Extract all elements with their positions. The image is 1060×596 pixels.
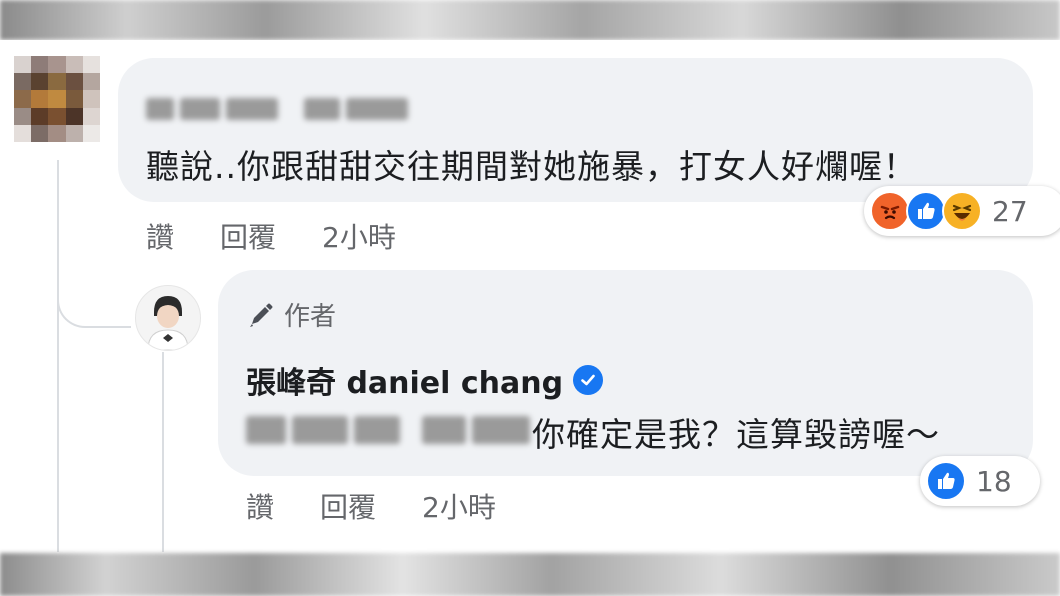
thread-connector (57, 290, 131, 328)
haha-reaction-icon (942, 191, 982, 231)
reply-reaction-summary[interactable]: 18 (920, 456, 1040, 506)
blurred-photo-top (0, 0, 1060, 40)
verified-badge-icon (573, 365, 604, 395)
like-reaction-icon (906, 191, 946, 231)
reaction-count: 18 (976, 464, 1012, 498)
pencil-icon (250, 303, 273, 327)
reaction-summary[interactable]: 27 (864, 186, 1060, 236)
commenter-name-redacted[interactable] (146, 98, 408, 120)
person-avatar-icon (147, 296, 189, 350)
angry-reaction-icon (870, 191, 910, 231)
reply-action[interactable]: 回覆 (320, 486, 376, 526)
author-name[interactable]: 張峰奇 daniel chang (246, 358, 563, 402)
like-action[interactable]: 讚 (246, 486, 274, 526)
author-avatar[interactable] (135, 285, 201, 351)
author-badge-label: 作者 (284, 302, 337, 332)
commenter-avatar[interactable] (14, 56, 100, 142)
comment-timestamp[interactable]: 2小時 (422, 486, 496, 526)
author-badge: 作者 (246, 296, 336, 333)
reply-text: 你確定是我？這算毀謗喔～ (532, 415, 940, 454)
like-reaction-icon (926, 461, 966, 501)
comment-timestamp[interactable]: 2小時 (322, 216, 396, 256)
comment-thread: 聽說..你跟甜甜交往期間對她施暴，打女人好爛喔！ 27 讚 回覆 2小時 作者 … (0, 40, 1060, 553)
mentioned-name-redacted[interactable] (246, 416, 530, 444)
comment-actions: 讚 回覆 2小時 (146, 216, 396, 256)
comment-text: 聽說..你跟甜甜交往期間對她施暴，打女人好爛喔！ (146, 147, 917, 186)
author-name-row: 張峰奇 daniel chang (246, 358, 604, 402)
reply-action[interactable]: 回覆 (220, 216, 276, 256)
reply-thread-line (162, 352, 164, 552)
like-action[interactable]: 讚 (146, 216, 174, 256)
thread-line (57, 160, 59, 552)
reply-actions: 讚 回覆 2小時 (246, 486, 496, 526)
reaction-count: 27 (992, 194, 1028, 228)
blurred-photo-bottom (0, 553, 1060, 596)
